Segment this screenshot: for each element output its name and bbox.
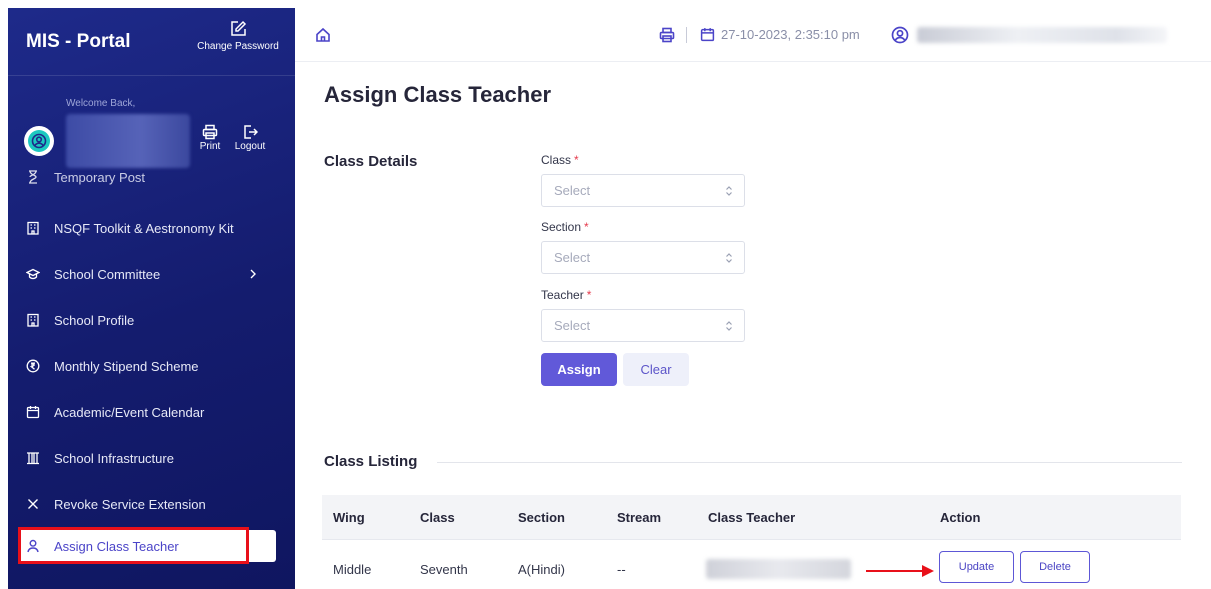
delete-button[interactable]: Delete — [1020, 551, 1090, 583]
edit-icon — [231, 20, 247, 36]
rupee-coin-icon — [26, 359, 40, 373]
close-icon — [28, 499, 38, 509]
sidebar-item-label: NSQF Toolkit & Aestronomy Kit — [54, 220, 234, 236]
column-header-stream: Stream — [617, 510, 662, 525]
required-mark: * — [574, 153, 579, 167]
hourglass-icon — [29, 170, 37, 184]
cell-class-teacher-redacted — [706, 559, 851, 579]
logout-button[interactable]: Logout — [230, 124, 270, 152]
building-icon — [27, 313, 39, 327]
clear-button[interactable]: Clear — [623, 353, 689, 386]
building-icon — [27, 221, 39, 235]
divider — [686, 27, 687, 43]
columns-icon — [27, 452, 39, 465]
print-button[interactable]: Print — [190, 124, 230, 152]
app-title: MIS - Portal — [26, 31, 131, 52]
teacher-field-label: Teacher * — [541, 288, 592, 302]
required-mark: * — [584, 220, 589, 234]
sidebar-item-academic-calendar[interactable]: Academic/Event Calendar — [8, 394, 295, 430]
sidebar-item-school-committee[interactable]: School Committee — [8, 256, 295, 292]
sidebar-item-label: School Committee — [54, 266, 161, 282]
sidebar-header: MIS - Portal Change Password — [8, 8, 295, 76]
logout-icon — [244, 125, 258, 139]
section-select-value: Select — [554, 250, 591, 265]
column-header-class-teacher: Class Teacher — [708, 510, 796, 525]
cell-wing: Middle — [333, 562, 372, 577]
required-mark: * — [586, 288, 592, 302]
sidebar-item-label: Monthly Stipend Scheme — [54, 358, 199, 374]
column-header-wing: Wing — [333, 510, 365, 525]
sidebar-item-temporary-post[interactable]: Temporary Post — [8, 160, 295, 194]
sidebar-item-nsqf-toolkit[interactable]: NSQF Toolkit & Aestronomy Kit — [8, 210, 295, 246]
cell-stream: -- — [617, 562, 626, 577]
sidebar-item-label: Academic/Event Calendar — [54, 404, 205, 420]
page-title: Assign Class Teacher — [324, 82, 552, 107]
select-arrows-icon — [726, 321, 732, 331]
sidebar-item-label: School Infrastructure — [54, 450, 174, 466]
teacher-select[interactable]: Select — [541, 309, 745, 342]
print-label: Print — [199, 141, 221, 152]
logout-label: Logout — [234, 141, 266, 152]
cell-section: A(Hindi) — [518, 562, 565, 577]
datetime-text: 27-10-2023, 2:35:10 pm — [721, 27, 860, 42]
change-password-button[interactable]: Change Password — [190, 20, 286, 52]
printer-icon[interactable] — [659, 27, 675, 43]
sidebar-item-school-infrastructure[interactable]: School Infrastructure — [8, 440, 295, 476]
teacher-select-value: Select — [554, 318, 591, 333]
mortarboard-icon — [26, 268, 40, 280]
select-arrows-icon — [726, 186, 732, 196]
avatar — [24, 126, 54, 156]
section-select[interactable]: Select — [541, 241, 745, 274]
printer-icon — [202, 124, 218, 140]
class-listing-label: Class Listing — [324, 453, 418, 470]
column-header-section: Section — [518, 510, 565, 525]
column-header-class: Class — [420, 510, 455, 525]
welcome-text: Welcome Back, — [66, 98, 136, 109]
user-circle-icon[interactable] — [891, 26, 909, 44]
calendar-icon — [700, 28, 715, 42]
sidebar-item-label: School Profile — [54, 312, 135, 328]
chevron-right-icon — [250, 269, 256, 279]
user-name-redacted[interactable] — [917, 27, 1167, 43]
red-arrow-icon — [866, 565, 934, 577]
table-header: Wing Class Section Stream Class Teacher … — [322, 495, 1181, 540]
highlight-box — [18, 527, 249, 564]
divider — [437, 462, 1182, 463]
section-field-label: Section * — [541, 220, 589, 234]
update-button[interactable]: Update — [939, 551, 1014, 583]
class-field-label: Class * — [541, 153, 579, 167]
sidebar: MIS - Portal Change Password Welcome Bac… — [8, 8, 295, 589]
user-circle-icon — [31, 133, 47, 149]
home-icon[interactable] — [315, 27, 331, 43]
sidebar-item-label: Revoke Service Extension — [54, 496, 206, 512]
change-password-label: Change Password — [197, 41, 279, 52]
select-arrows-icon — [726, 253, 732, 263]
class-details-label: Class Details — [324, 153, 418, 170]
topbar: 27-10-2023, 2:35:10 pm — [295, 8, 1211, 62]
column-header-action: Action — [940, 510, 981, 525]
sidebar-item-revoke-service-extension[interactable]: Revoke Service Extension — [8, 486, 295, 522]
assign-button[interactable]: Assign — [541, 353, 617, 386]
cell-class: Seventh — [420, 562, 468, 577]
class-select-value: Select — [554, 183, 591, 198]
calendar-icon — [26, 406, 40, 419]
sidebar-item-monthly-stipend[interactable]: Monthly Stipend Scheme — [8, 348, 295, 384]
sidebar-item-label: Temporary Post — [54, 169, 146, 185]
sidebar-item-school-profile[interactable]: School Profile — [8, 302, 295, 338]
class-select[interactable]: Select — [541, 174, 745, 207]
